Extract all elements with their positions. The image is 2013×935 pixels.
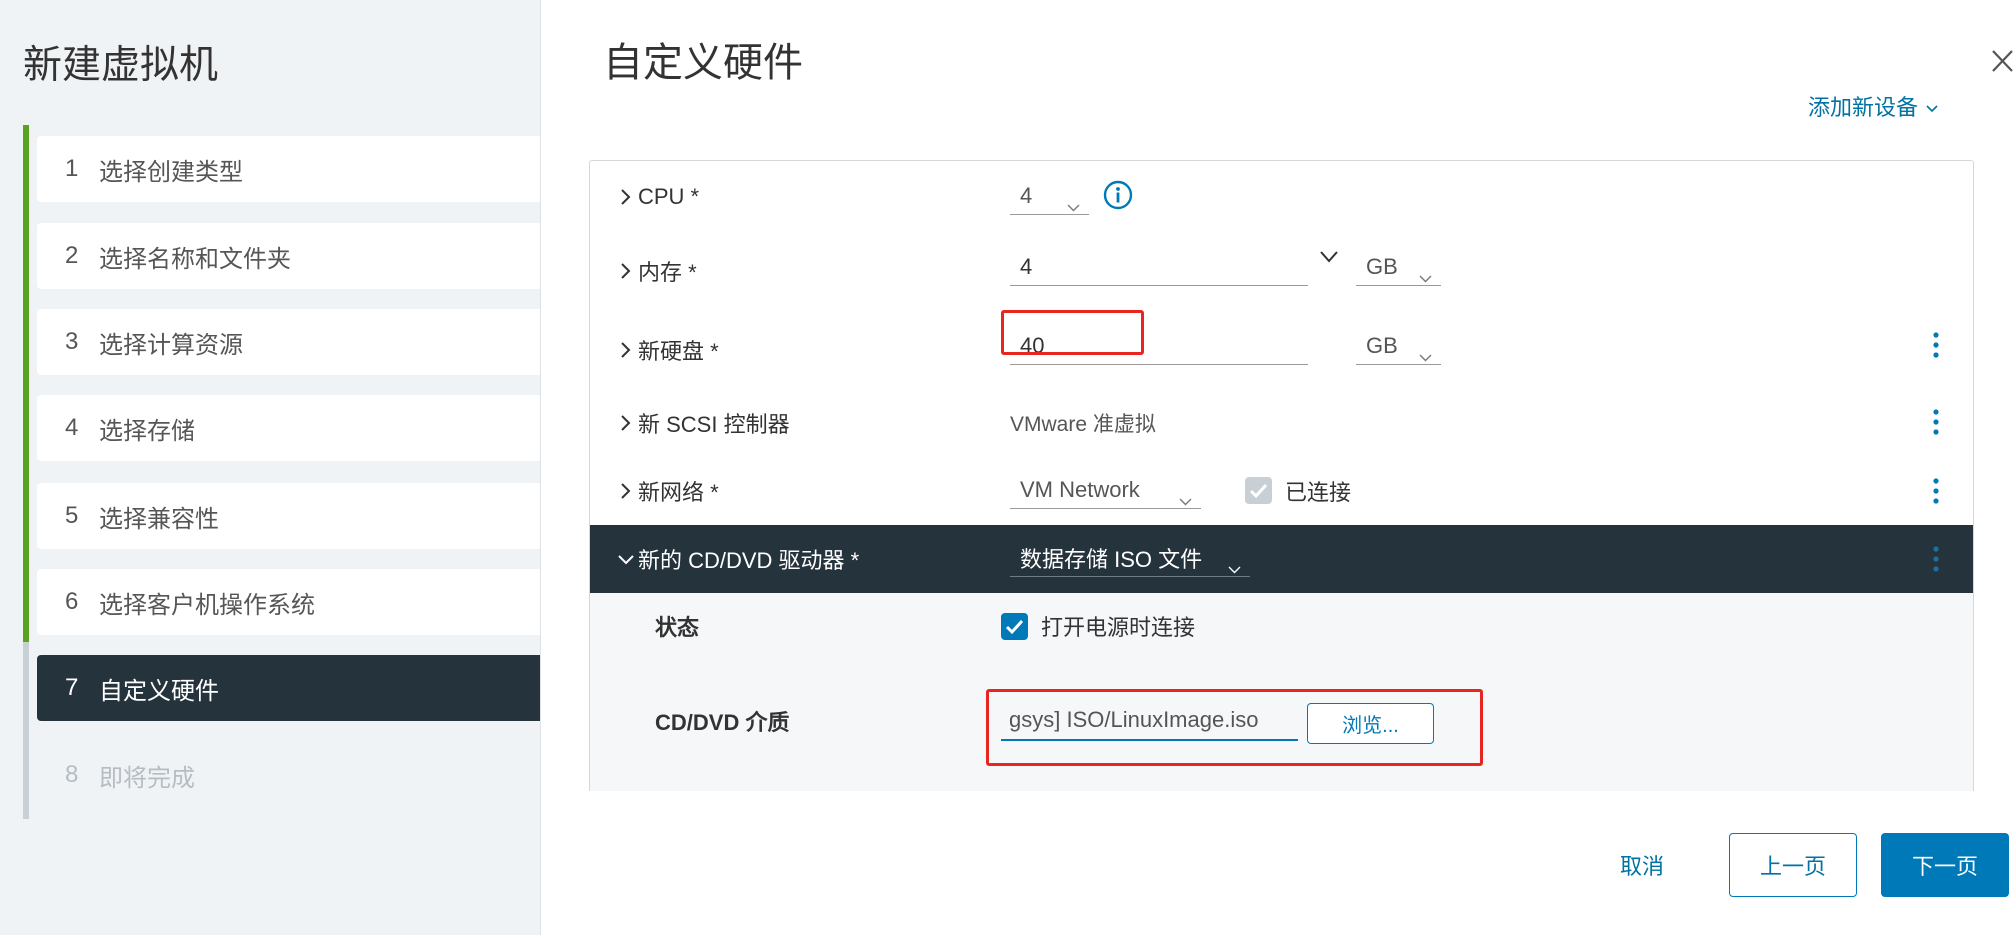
step-label: 选择名称和文件夹	[99, 245, 291, 273]
close-icon[interactable]	[1991, 48, 2013, 74]
disk-size-input[interactable]	[1010, 327, 1308, 365]
step-number: 4	[65, 414, 79, 441]
cancel-button[interactable]: 取消	[1600, 833, 1684, 897]
wizard-title: 新建虚拟机	[23, 44, 219, 87]
cpu-label: CPU *	[638, 183, 700, 209]
add-new-device-button[interactable]: 添加新设备	[1808, 90, 1938, 122]
step-label: 选择客户机操作系统	[99, 591, 315, 619]
hardware-row-cd-dvd: 新的 CD/DVD 驱动器 * 数据存储 ISO 文件	[590, 525, 1973, 594]
browse-button[interactable]: 浏览...	[1307, 703, 1434, 744]
cpu-value: 4	[1020, 182, 1033, 208]
disk-unit-select[interactable]: GB	[1356, 327, 1441, 365]
step-label: 选择存储	[99, 417, 195, 445]
step-number: 5	[65, 502, 79, 529]
cd-dvd-source-select[interactable]: 数据存储 ISO 文件	[1010, 539, 1250, 577]
chevron-right-icon[interactable]	[620, 414, 632, 432]
step-select-guest-os[interactable]: 6 选择客户机操作系统	[37, 569, 540, 635]
cd-dvd-media-label: CD/DVD 介质	[655, 710, 790, 735]
progress-bar-completed	[23, 125, 29, 642]
step-select-compute-resource[interactable]: 3 选择计算资源	[37, 309, 540, 375]
more-vertical-icon[interactable]	[1933, 332, 1939, 358]
step-select-storage[interactable]: 4 选择存储	[37, 395, 540, 461]
chevron-right-icon[interactable]	[620, 482, 632, 500]
step-label: 即将完成	[99, 764, 195, 792]
hardware-row-new-disk: 新硬盘 * GB	[590, 310, 1973, 390]
step-number: 8	[65, 761, 79, 788]
step-number: 2	[65, 242, 79, 269]
chevron-right-icon[interactable]	[620, 262, 632, 280]
step-select-compatibility[interactable]: 5 选择兼容性	[37, 483, 540, 549]
next-button[interactable]: 下一页	[1881, 833, 2009, 897]
status-label: 状态	[655, 615, 700, 640]
step-label: 自定义硬件	[99, 677, 219, 705]
chevron-down-icon	[1067, 192, 1080, 218]
step-customize-hardware[interactable]: 7 自定义硬件	[37, 655, 540, 721]
add-device-label: 添加新设备	[1808, 95, 1919, 120]
chevron-down-icon	[1419, 263, 1432, 289]
step-number: 6	[65, 588, 79, 615]
power-on-connect-label: 打开电源时连接	[1041, 615, 1196, 640]
memory-input[interactable]	[1010, 248, 1308, 286]
chevron-down-icon	[1228, 554, 1241, 580]
disk-unit: GB	[1366, 332, 1398, 358]
step-select-name-folder[interactable]: 2 选择名称和文件夹	[37, 223, 540, 289]
wizard-sidebar: 新建虚拟机 1 选择创建类型 2 选择名称和文件夹 3 选择计算资源 4 选择存…	[0, 0, 541, 935]
info-icon[interactable]	[1103, 180, 1133, 210]
scsi-label: 新 SCSI 控制器	[638, 412, 790, 437]
network-label: 新网络 *	[638, 480, 719, 505]
power-on-connect-checkbox[interactable]	[1001, 613, 1028, 640]
chevron-right-icon[interactable]	[620, 341, 632, 359]
chevron-right-icon[interactable]	[620, 188, 632, 206]
more-vertical-icon[interactable]	[1933, 478, 1939, 504]
memory-unit: GB	[1366, 253, 1398, 279]
chevron-down-icon[interactable]	[617, 553, 635, 565]
chevron-down-icon[interactable]	[1320, 250, 1338, 268]
hardware-table: CPU * 4 内存 * GB 新硬盘 *	[589, 160, 1974, 791]
connected-label: 已连接	[1285, 480, 1352, 505]
cd-dvd-details: 状态 打开电源时连接 CD/DVD 介质 浏览...	[590, 593, 1973, 791]
cpu-select[interactable]: 4	[1010, 177, 1089, 215]
memory-unit-select[interactable]: GB	[1356, 248, 1441, 286]
more-vertical-icon[interactable]	[1933, 409, 1939, 435]
cd-dvd-label: 新的 CD/DVD 驱动器 *	[638, 548, 860, 573]
hardware-row-network: 新网络 * VM Network 已连接	[590, 457, 1973, 526]
hardware-row-memory: 内存 * GB	[590, 232, 1973, 311]
step-select-creation-type[interactable]: 1 选择创建类型	[37, 136, 540, 202]
disk-label: 新硬盘 *	[638, 338, 719, 364]
network-select[interactable]: VM Network	[1010, 471, 1201, 509]
cd-dvd-source-value: 数据存储 ISO 文件	[1020, 546, 1203, 572]
step-label: 选择计算资源	[99, 331, 243, 359]
scsi-value: VMware 准虚拟	[1010, 413, 1156, 436]
connected-checkbox	[1245, 477, 1272, 504]
chevron-down-icon	[1179, 486, 1192, 512]
chevron-down-icon	[1419, 342, 1432, 368]
hardware-row-cpu: CPU * 4	[590, 161, 1973, 233]
step-number: 1	[65, 155, 79, 182]
step-ready-to-complete: 8 即将完成	[37, 742, 540, 808]
page-title: 自定义硬件	[603, 41, 803, 85]
cd-dvd-media-input[interactable]	[1001, 701, 1298, 741]
more-vertical-icon[interactable]	[1933, 546, 1939, 572]
back-button[interactable]: 上一页	[1729, 833, 1857, 897]
step-label: 选择创建类型	[99, 158, 243, 186]
step-number: 3	[65, 328, 79, 355]
hardware-row-scsi-controller: 新 SCSI 控制器 VMware 准虚拟	[590, 389, 1973, 458]
step-number: 7	[65, 674, 79, 701]
chevron-down-icon	[1926, 93, 1938, 119]
network-value: VM Network	[1020, 476, 1140, 502]
memory-label: 内存 *	[638, 260, 697, 285]
step-label: 选择兼容性	[99, 505, 219, 533]
progress-bar-pending	[23, 642, 29, 819]
